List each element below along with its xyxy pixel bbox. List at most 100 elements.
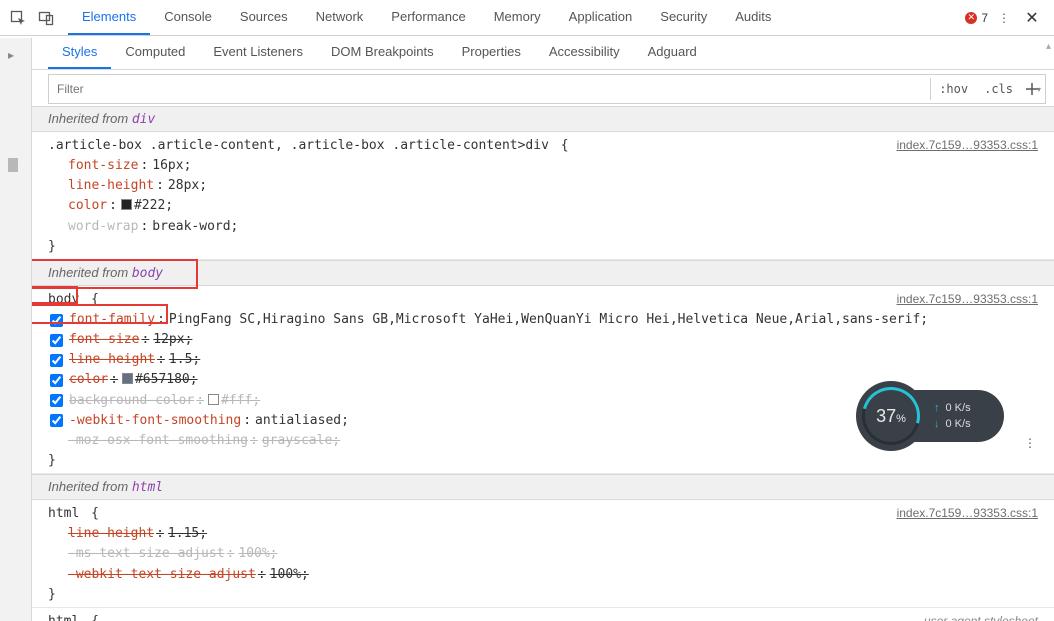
tab-application[interactable]: Application bbox=[555, 0, 647, 35]
css-prop[interactable]: font-family bbox=[69, 310, 155, 330]
cls-toggle[interactable]: .cls bbox=[976, 78, 1021, 100]
inherited-separator: Inherited from div bbox=[32, 106, 1054, 132]
tab-audits[interactable]: Audits bbox=[721, 0, 785, 35]
css-value[interactable]: #657180; bbox=[122, 370, 198, 390]
css-value[interactable]: 100%; bbox=[270, 565, 309, 585]
css-value[interactable]: grayscale; bbox=[262, 431, 340, 451]
decl-toggle[interactable] bbox=[50, 354, 63, 367]
net-percent: 37 bbox=[876, 406, 896, 426]
chevron-right-icon[interactable]: ▸ bbox=[8, 48, 14, 62]
css-value[interactable]: 1.5; bbox=[169, 350, 200, 370]
rule-selector[interactable]: html bbox=[48, 614, 79, 621]
inherited-selector[interactable]: div bbox=[132, 112, 155, 127]
tab-styles[interactable]: Styles bbox=[48, 36, 111, 69]
css-prop[interactable]: color bbox=[69, 370, 108, 390]
widget-menu-icon[interactable]: ⋮ bbox=[1024, 436, 1036, 450]
tab-adguard[interactable]: Adguard bbox=[634, 36, 711, 69]
network-monitor-widget[interactable]: 37% ↑0 K/s ↓0 K/s bbox=[856, 380, 1004, 452]
tab-accessibility[interactable]: Accessibility bbox=[535, 36, 634, 69]
css-prop[interactable]: -webkit-text-size-adjust bbox=[68, 565, 256, 585]
filter-bar: :hov .cls ▾ bbox=[48, 74, 1046, 104]
css-prop[interactable]: line-height bbox=[69, 350, 155, 370]
styles-tabbar: Styles Computed Event Listeners DOM Brea… bbox=[0, 36, 1054, 70]
tab-memory[interactable]: Memory bbox=[480, 0, 555, 35]
css-prop[interactable]: font-size bbox=[68, 156, 138, 176]
error-icon: ✕ bbox=[965, 12, 977, 24]
error-count-badge[interactable]: ✕ 7 bbox=[965, 11, 988, 25]
decl-toggle[interactable] bbox=[50, 314, 63, 327]
tab-performance[interactable]: Performance bbox=[377, 0, 479, 35]
styles-content[interactable]: Inherited from div .article-box .article-… bbox=[32, 106, 1054, 621]
filter-input[interactable] bbox=[49, 78, 930, 100]
tab-network[interactable]: Network bbox=[302, 0, 378, 35]
css-prop[interactable]: -moz-osx-font-smoothing bbox=[68, 431, 248, 451]
css-value[interactable]: 1.15; bbox=[168, 524, 207, 544]
css-declaration[interactable]: line-height: 28px; bbox=[68, 176, 1038, 196]
css-value[interactable]: break-word; bbox=[152, 217, 238, 237]
rule-selector[interactable]: body bbox=[48, 292, 79, 307]
css-declaration[interactable]: font-family: PingFang SC,Hiragino Sans G… bbox=[68, 310, 1038, 330]
scroll-up-icon[interactable]: ▴ bbox=[1046, 41, 1051, 52]
css-rule[interactable]: .article-box .article-content, .article-… bbox=[32, 132, 1054, 260]
css-prop[interactable]: word-wrap bbox=[68, 217, 138, 237]
css-declaration[interactable]: -webkit-text-size-adjust: 100%; bbox=[68, 565, 1038, 585]
arrow-down-icon: ↓ bbox=[934, 418, 940, 430]
css-prop[interactable]: line-height bbox=[68, 176, 154, 196]
css-declaration[interactable]: -ms-text-size-adjust: 100%; bbox=[68, 544, 1038, 564]
css-prop[interactable]: -ms-text-size-adjust bbox=[68, 544, 225, 564]
main-tabbar: Elements Console Sources Network Perform… bbox=[0, 0, 1054, 36]
css-declaration[interactable]: font-size: 16px; bbox=[68, 156, 1038, 176]
source-link[interactable]: index.7c159…93353.css:1 bbox=[897, 136, 1038, 155]
css-declaration[interactable]: line-height: 1.5; bbox=[68, 350, 1038, 370]
decl-toggle[interactable] bbox=[50, 334, 63, 347]
source-link[interactable]: index.7c159…93353.css:1 bbox=[897, 504, 1038, 523]
net-up: 0 K/s bbox=[946, 402, 971, 414]
arrow-up-icon: ↑ bbox=[934, 402, 940, 414]
tab-sources[interactable]: Sources bbox=[226, 0, 302, 35]
inherited-separator: Inherited from html bbox=[32, 474, 1054, 500]
css-value[interactable]: 12px; bbox=[153, 330, 192, 350]
tab-security[interactable]: Security bbox=[646, 0, 721, 35]
css-value[interactable]: 100%; bbox=[238, 544, 277, 564]
decl-toggle[interactable] bbox=[50, 394, 63, 407]
devtools-menu-icon[interactable]: ⋮ bbox=[994, 4, 1014, 32]
rule-selector[interactable]: .article-box .article-content, .article-… bbox=[48, 138, 549, 153]
css-prop[interactable]: font-size bbox=[69, 330, 139, 350]
decl-toggle[interactable] bbox=[50, 414, 63, 427]
left-gutter: ▸ bbox=[0, 38, 32, 621]
close-devtools-icon[interactable]: ✕ bbox=[1020, 4, 1044, 32]
css-declaration[interactable]: color: #222; bbox=[68, 196, 1038, 216]
tab-event-listeners[interactable]: Event Listeners bbox=[199, 36, 317, 69]
css-rule[interactable]: html {index.7c159…93353.css:1line-height… bbox=[32, 500, 1054, 608]
hov-toggle[interactable]: :hov bbox=[931, 78, 976, 100]
tab-properties[interactable]: Properties bbox=[448, 36, 535, 69]
filter-actions: :hov .cls ▾ bbox=[930, 78, 1045, 100]
css-value[interactable]: 28px; bbox=[168, 176, 207, 196]
css-declaration[interactable]: word-wrap: break-word; bbox=[68, 217, 1038, 237]
css-value[interactable]: #222; bbox=[121, 196, 173, 216]
net-down: 0 K/s bbox=[946, 418, 971, 430]
tab-elements[interactable]: Elements bbox=[68, 0, 150, 35]
inherited-selector[interactable]: html bbox=[132, 480, 163, 495]
css-prop[interactable]: -webkit-font-smoothing bbox=[69, 411, 241, 431]
css-prop[interactable]: color bbox=[68, 196, 107, 216]
css-value[interactable]: #fff; bbox=[208, 391, 260, 411]
css-declaration[interactable]: line-height: 1.15; bbox=[68, 524, 1038, 544]
css-prop[interactable]: background-color bbox=[69, 391, 194, 411]
decl-toggle[interactable] bbox=[50, 374, 63, 387]
css-prop[interactable]: line-height bbox=[68, 524, 154, 544]
css-declaration[interactable]: font-size: 12px; bbox=[68, 330, 1038, 350]
tab-dom-breakpoints[interactable]: DOM Breakpoints bbox=[317, 36, 448, 69]
device-toolbar-icon[interactable] bbox=[32, 4, 60, 32]
rule-selector[interactable]: html bbox=[48, 506, 79, 521]
tab-console[interactable]: Console bbox=[150, 0, 226, 35]
new-style-rule-icon[interactable]: ▾ bbox=[1021, 82, 1045, 96]
inherited-selector[interactable]: body bbox=[132, 266, 163, 281]
css-rule[interactable]: html {user agent stylesheet bbox=[32, 608, 1054, 621]
css-value[interactable]: antialiased; bbox=[255, 411, 349, 431]
inspect-element-icon[interactable] bbox=[4, 4, 32, 32]
css-value[interactable]: 16px; bbox=[152, 156, 191, 176]
css-value[interactable]: PingFang SC,Hiragino Sans GB,Microsoft Y… bbox=[169, 310, 928, 330]
tab-computed[interactable]: Computed bbox=[111, 36, 199, 69]
source-link[interactable]: index.7c159…93353.css:1 bbox=[897, 290, 1038, 309]
